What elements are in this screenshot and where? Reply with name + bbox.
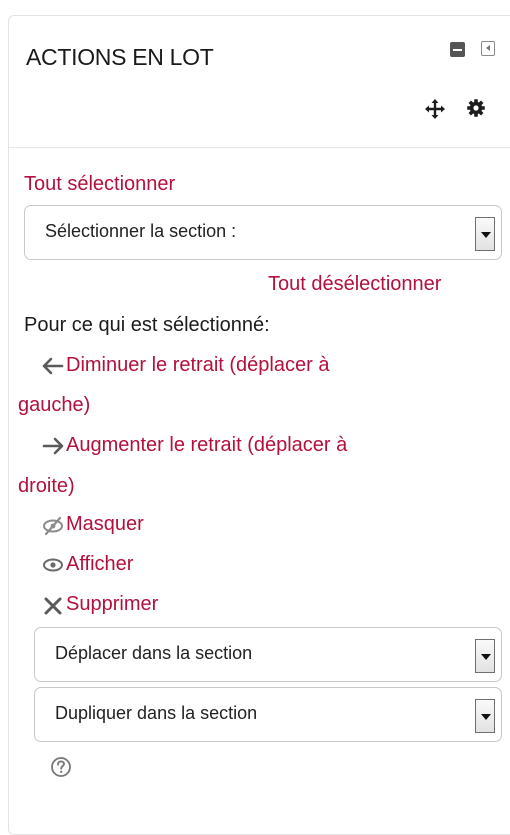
section-select[interactable]: Sélectionner la section : [24, 205, 502, 260]
chevron-down-icon[interactable] [475, 639, 495, 673]
move-arrows-icon[interactable] [424, 98, 446, 120]
question-circle-icon[interactable] [50, 756, 72, 778]
section-select-value: Sélectionner la section : [45, 221, 237, 241]
move-select-value: Déplacer dans la section [55, 643, 253, 663]
deselect-all-link[interactable]: Tout désélectionner [268, 273, 441, 296]
block-title: ACTIONS EN LOT [26, 44, 214, 70]
hide-link[interactable]: Masquer [66, 513, 144, 536]
eye-slash-icon [43, 516, 63, 536]
arrow-right-icon [42, 437, 64, 455]
gear-icon[interactable] [466, 98, 486, 118]
chevron-down-icon[interactable] [475, 699, 495, 733]
eye-icon [43, 558, 63, 572]
times-icon [44, 597, 62, 615]
increase-indent-link-cont[interactable]: droite) [18, 475, 75, 498]
for-selected-label: Pour ce qui est sélectionné: [24, 314, 270, 336]
decrease-indent-link-cont[interactable]: gauche) [18, 394, 90, 417]
arrow-left-icon [42, 357, 64, 375]
select-all-link[interactable]: Tout sélectionner [24, 173, 175, 196]
header-divider [9, 147, 510, 148]
minus-square-icon[interactable] [450, 42, 465, 57]
dock-left-icon[interactable] [481, 41, 495, 56]
show-link[interactable]: Afficher [66, 553, 133, 576]
increase-indent-link[interactable]: Augmenter le retrait (déplacer à [66, 434, 347, 457]
chevron-down-icon[interactable] [475, 217, 495, 251]
move-to-section-select[interactable]: Déplacer dans la section [34, 627, 502, 682]
duplicate-select-value: Dupliquer dans la section [55, 703, 258, 723]
delete-link[interactable]: Supprimer [66, 593, 158, 616]
duplicate-to-section-select[interactable]: Dupliquer dans la section [34, 687, 502, 742]
decrease-indent-link[interactable]: Diminuer le retrait (déplacer à [66, 354, 329, 377]
